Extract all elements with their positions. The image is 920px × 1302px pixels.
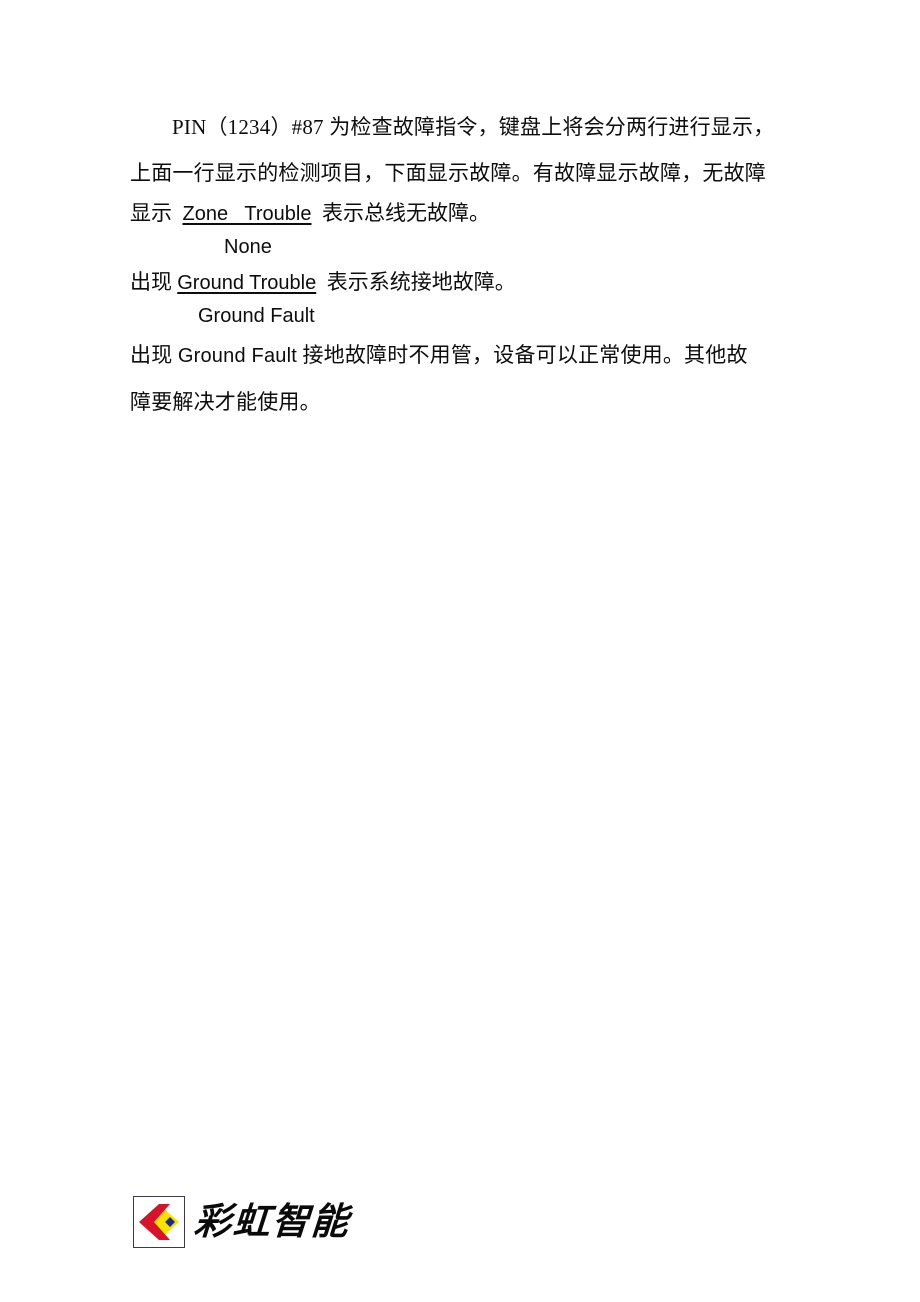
display-lead-text: 显示 (130, 201, 183, 225)
company-name-text: 彩虹智能 (192, 1201, 352, 1243)
display-sub-ground-fault: Ground Fault (198, 305, 315, 327)
rainbow-chevron-mark-icon (133, 1196, 185, 1248)
keypad-display-block-zone: 显示 Zone Trouble 表示总线无故障。 None (130, 196, 792, 263)
paragraph-prefix-text: 出现 (130, 343, 178, 367)
document-page: PIN（1234）#87 为检查故障指令，键盘上将会分两行进行显示， 上面一行显… (0, 0, 920, 1302)
display-term-zone-trouble: Zone Trouble (182, 203, 312, 225)
paragraph-line: 障要解决才能使用。 (130, 390, 321, 414)
display-lead-text: 出现 (130, 270, 178, 294)
company-logo: 彩虹智能 (133, 1196, 352, 1248)
display-trail-text: 表示系统接地故障。 (316, 270, 516, 294)
paragraph-line: 出现 Ground Fault 接地故障时不用管，设备可以正常使用。其他故 (130, 332, 792, 379)
keypad-display-block-ground: 出现 Ground Trouble 表示系统接地故障。 Ground Fault (130, 265, 792, 332)
inline-term-ground-fault: Ground Fault (177, 345, 297, 367)
display-sub-none: None (224, 236, 272, 258)
paragraph-line-text: 为检查故障指令，键盘上将会分两行进行显示， (329, 115, 775, 139)
document-body: PIN（1234）#87 为检查故障指令，键盘上将会分两行进行显示， 上面一行显… (130, 104, 792, 425)
paragraph-line: 上面一行显示的检测项目，下面显示故障。有故障显示故障，无故障 (130, 161, 766, 185)
display-trail-text: 表示总线无故障。 (311, 201, 490, 225)
paragraph-line: PIN（1234）#87 为检查故障指令，键盘上将会分两行进行显示， (130, 104, 792, 150)
display-term-ground-trouble: Ground Trouble (177, 272, 317, 294)
pin-command-text: PIN（1234）#87 (172, 115, 330, 139)
keypad-display-row: 显示 Zone Trouble 表示总线无故障。 (130, 196, 792, 231)
paragraph-rest-text: 接地故障时不用管，设备可以正常使用。其他故 (297, 343, 748, 367)
keypad-display-row: 出现 Ground Trouble 表示系统接地故障。 (130, 265, 792, 300)
